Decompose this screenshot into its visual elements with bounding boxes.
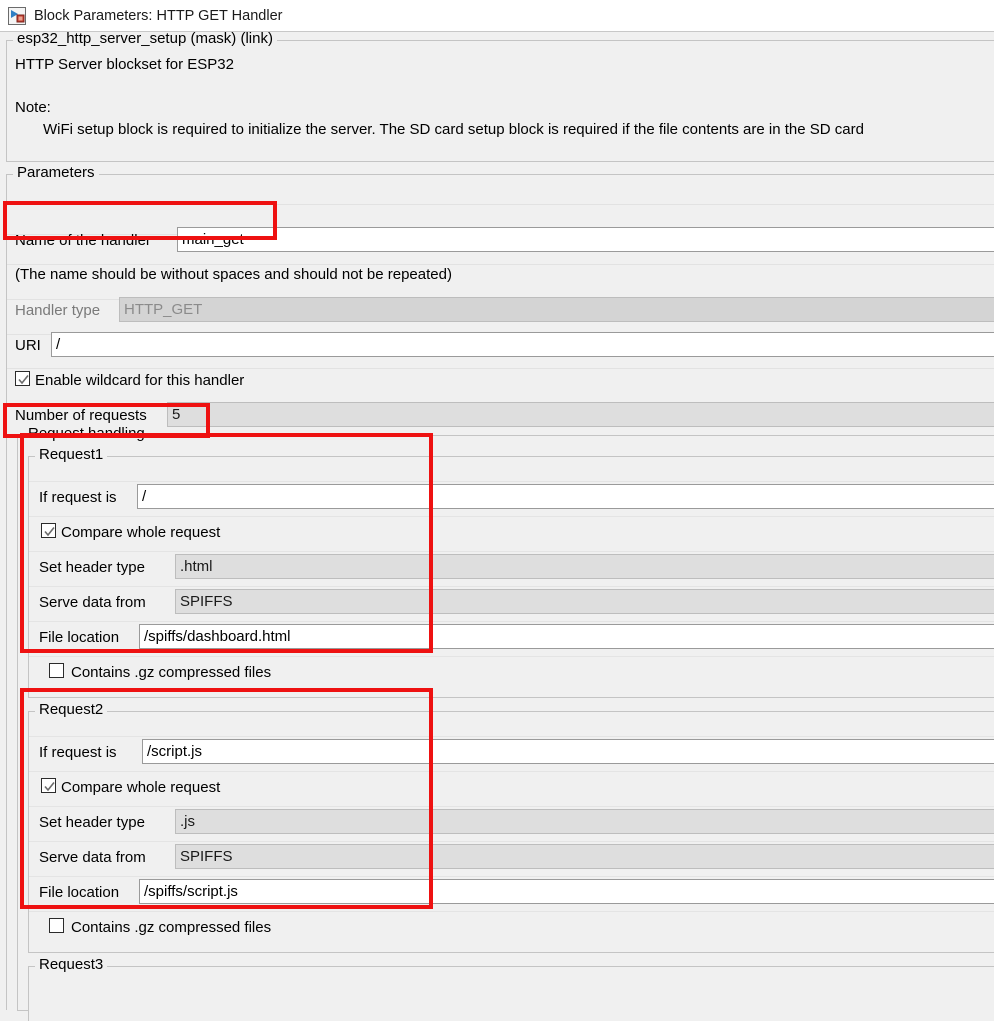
request1-set-header-type-label: Set header type: [39, 559, 145, 576]
row-separator: [29, 736, 994, 737]
mask-description-text: HTTP Server blockset for ESP32: [15, 56, 234, 73]
request2-set-header-type-select[interactable]: .js: [175, 809, 994, 834]
window-title: Block Parameters: HTTP GET Handler: [34, 7, 283, 24]
mask-note-label: Note:: [15, 99, 51, 116]
request2-compare-whole-request-label: Compare whole request: [61, 779, 221, 796]
request2-contains-gz-label: Contains .gz compressed files: [71, 919, 272, 936]
request-handling-group: Request handling Request1 If request is …: [17, 425, 994, 1021]
uri-input[interactable]: /: [51, 332, 994, 357]
request1-legend: Request1: [35, 446, 108, 463]
request2-legend: Request2: [35, 701, 108, 718]
request1-set-header-type-select[interactable]: .html: [175, 554, 994, 579]
request1-serve-data-from-label: Serve data from: [39, 594, 146, 611]
parameters-group: Parameters Name of the handler main_get …: [6, 164, 994, 1021]
request2-group: Request2 If request is /script.js Compar…: [28, 701, 994, 953]
row-separator: [29, 481, 994, 482]
row-separator: [29, 771, 994, 772]
row-separator: [29, 806, 994, 807]
row-separator: [29, 656, 994, 657]
mask-description-group: esp32_http_server_setup (mask) (link) HT…: [6, 32, 994, 162]
request1-file-location-label: File location: [39, 629, 120, 646]
request3-legend: Request3: [35, 956, 108, 973]
row-separator: [29, 516, 994, 517]
request1-contains-gz-label: Contains .gz compressed files: [71, 664, 272, 681]
request2-compare-whole-request-checkbox[interactable]: [41, 778, 56, 793]
request2-if-request-is-label: If request is: [39, 744, 117, 761]
handler-name-label: Name of the handler: [15, 232, 151, 249]
request1-if-request-is-label: If request is: [39, 489, 117, 506]
handler-name-input[interactable]: main_get: [177, 227, 994, 252]
handler-type-label: Handler type: [15, 302, 101, 319]
request1-serve-data-from-select[interactable]: SPIFFS: [175, 589, 994, 614]
request1-compare-whole-request-label: Compare whole request: [61, 524, 221, 541]
request1-compare-whole-request-checkbox[interactable]: [41, 523, 56, 538]
request2-serve-data-from-select[interactable]: SPIFFS: [175, 844, 994, 869]
simulink-block-icon: [8, 6, 26, 25]
row-separator: [29, 586, 994, 587]
request2-set-header-type-label: Set header type: [39, 814, 145, 831]
enable-wildcard-checkbox[interactable]: [15, 371, 30, 386]
request1-contains-gz-checkbox[interactable]: [49, 663, 64, 678]
request2-file-location-input[interactable]: /spiffs/script.js: [139, 879, 994, 904]
row-separator: [29, 621, 994, 622]
request-handling-legend: Request handling: [24, 425, 149, 442]
handler-name-hint: (The name should be without spaces and s…: [15, 266, 452, 283]
request1-file-location-input[interactable]: /spiffs/dashboard.html: [139, 624, 994, 649]
number-of-requests-label: Number of requests: [15, 407, 147, 424]
request3-group: Request3: [28, 956, 994, 1021]
request2-serve-data-from-label: Serve data from: [39, 849, 146, 866]
request1-group: Request1 If request is / Compare whole r…: [28, 446, 994, 698]
row-separator: [29, 876, 994, 877]
uri-label: URI: [15, 337, 41, 354]
row-separator: [29, 911, 994, 912]
request2-contains-gz-checkbox[interactable]: [49, 918, 64, 933]
row-separator: [29, 841, 994, 842]
title-bar: Block Parameters: HTTP GET Handler: [0, 0, 994, 31]
mask-note-text: WiFi setup block is required to initiali…: [43, 121, 864, 138]
row-separator: [7, 368, 994, 369]
request2-file-location-label: File location: [39, 884, 120, 901]
request1-if-request-is-input[interactable]: /: [137, 484, 994, 509]
enable-wildcard-label: Enable wildcard for this handler: [35, 372, 245, 389]
mask-group-legend: esp32_http_server_setup (mask) (link): [13, 32, 277, 47]
row-separator: [7, 204, 994, 205]
number-of-requests-input[interactable]: 5: [167, 402, 994, 427]
handler-type-input: HTTP_GET: [119, 297, 994, 322]
row-separator: [29, 551, 994, 552]
parameters-group-legend: Parameters: [13, 164, 99, 181]
dialog-content: esp32_http_server_setup (mask) (link) HT…: [0, 31, 994, 1021]
request2-if-request-is-input[interactable]: /script.js: [142, 739, 994, 764]
block-parameters-dialog: Block Parameters: HTTP GET Handler esp32…: [0, 0, 994, 1021]
